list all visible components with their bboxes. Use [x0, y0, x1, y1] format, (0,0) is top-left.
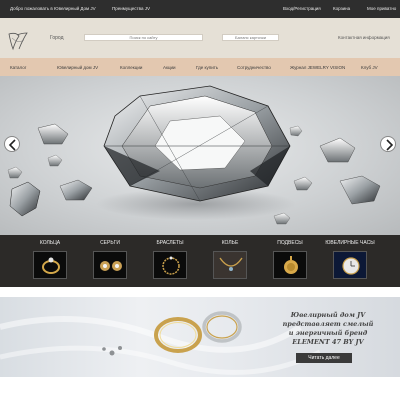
- category-label: СЕРЬГИ: [100, 240, 120, 246]
- category-strip: КОЛЬЦА СЕРЬГИ БРАСЛЕТЫ КОЛЬЕ ПОДВЕСЫ ЮВЕ…: [0, 235, 400, 287]
- login-link[interactable]: Вход/Регистрация: [283, 6, 321, 11]
- nav-item-magazine[interactable]: Журнал JEWELRY VISION: [290, 65, 345, 70]
- promo-line-2: представляет смелый: [282, 320, 374, 328]
- contact-info-link[interactable]: Контактная информация: [338, 35, 390, 40]
- city-selector[interactable]: Город: [50, 35, 64, 41]
- main-nav: Каталог Ювелирный дом JV Коллекции Акции…: [0, 58, 400, 76]
- jv-logo[interactable]: [6, 30, 30, 52]
- slider-next-arrow[interactable]: [380, 136, 396, 152]
- search-input[interactable]: [84, 34, 203, 41]
- category-label: КОЛЬЕ: [221, 240, 239, 246]
- nav-item-collections[interactable]: Коллекции: [120, 65, 142, 70]
- pendant-icon: [273, 251, 307, 279]
- category-bracelets[interactable]: БРАСЛЕТЫ: [140, 235, 200, 287]
- category-label: КОЛЬЦА: [39, 240, 61, 246]
- hero-banner: [0, 76, 400, 235]
- nav-item-catalog[interactable]: Каталог: [10, 65, 26, 70]
- favorites-link[interactable]: Мое приватно: [367, 6, 396, 11]
- nav-item-where-to-buy[interactable]: Где купить: [196, 65, 218, 70]
- category-watches[interactable]: ЮВЕЛИРНЫЕ ЧАСЫ: [320, 235, 380, 287]
- nav-item-jv-club[interactable]: Клуб JV: [361, 65, 378, 70]
- category-label: БРАСЛЕТЫ: [156, 240, 184, 246]
- section-divider: [0, 287, 400, 297]
- category-necklaces[interactable]: КОЛЬЕ: [200, 235, 260, 287]
- category-earrings[interactable]: СЕРЬГИ: [80, 235, 140, 287]
- category-pendants[interactable]: ПОДВЕСЫ: [260, 235, 320, 287]
- earrings-icon: [93, 251, 127, 279]
- nav-item-jv-house[interactable]: Ювелирный дом JV: [57, 65, 98, 70]
- watch-icon: [333, 251, 367, 279]
- category-label: ПОДВЕСЫ: [277, 240, 303, 246]
- category-rings[interactable]: КОЛЬЦА: [20, 235, 80, 287]
- cart-link[interactable]: Корзина: [333, 6, 350, 11]
- header: Город Контактная информация: [0, 18, 400, 58]
- card-balance-input[interactable]: [222, 34, 279, 41]
- read-more-button[interactable]: Читать далее: [296, 353, 352, 363]
- promo-line-1: Ювелирный дом JV: [290, 311, 366, 319]
- promo-banner: Ювелирный дом JV представляет смелый и э…: [0, 297, 400, 377]
- welcome-text: Добро пожаловать в Ювелирный Дом JV: [10, 6, 96, 11]
- bracelet-icon: [153, 251, 187, 279]
- ring-icon: [33, 251, 67, 279]
- top-bar: Добро пожаловать в Ювелирный Дом JV Преи…: [0, 0, 400, 18]
- category-label: ЮВЕЛИРНЫЕ ЧАСЫ: [325, 240, 375, 246]
- promo-text: Ювелирный дом JV представляет смелый и э…: [268, 311, 388, 347]
- promo-line-3: и энергичный бренд: [288, 329, 368, 337]
- nav-item-sales[interactable]: Акции: [163, 65, 176, 70]
- nav-item-cooperation[interactable]: Сотрудничество: [237, 65, 271, 70]
- slider-prev-arrow[interactable]: [4, 136, 20, 152]
- diamonds-image: [7, 85, 381, 225]
- page-bottom: [0, 377, 400, 400]
- promo-line-4: ELEMENT 47 BY JV: [292, 338, 364, 346]
- advantages-link[interactable]: Преимущества JV: [112, 6, 150, 11]
- necklace-icon: [213, 251, 247, 279]
